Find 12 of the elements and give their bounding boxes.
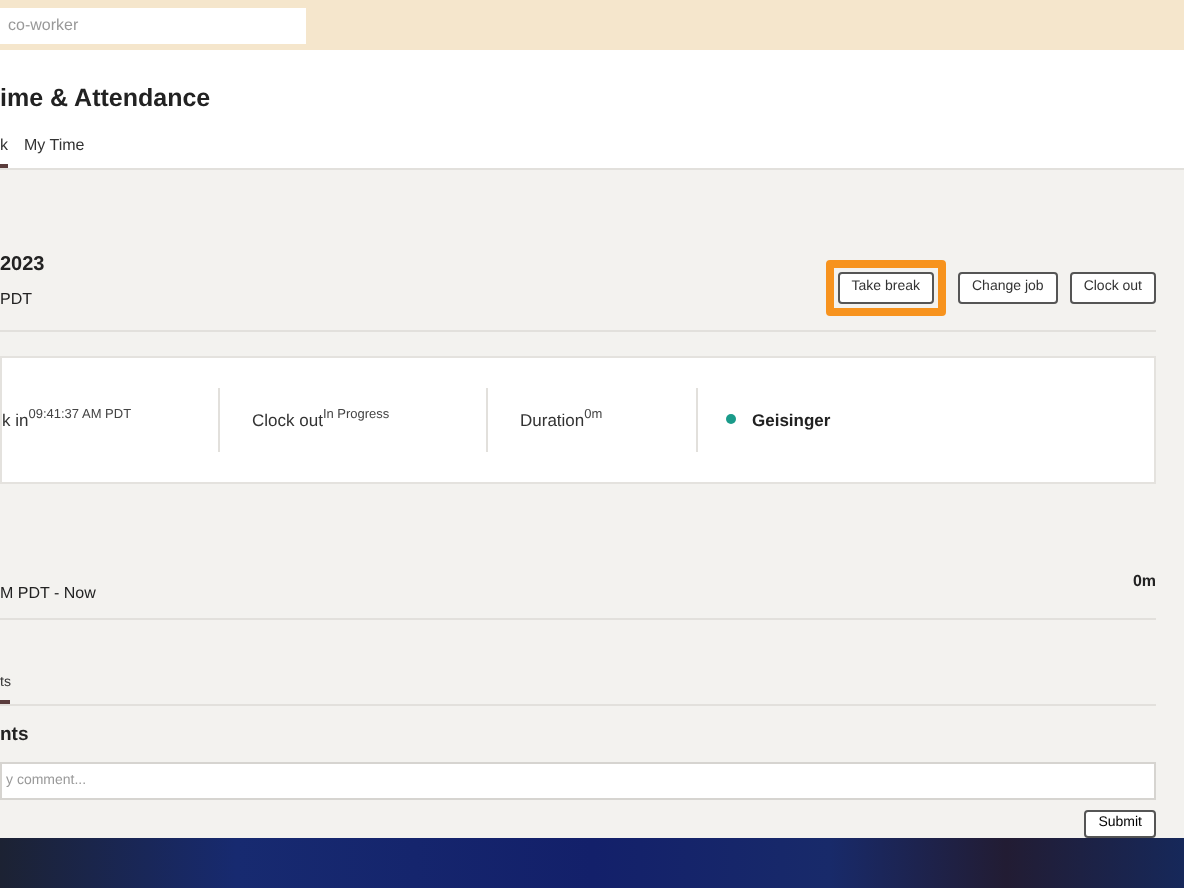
field-label: Duration bbox=[520, 409, 585, 430]
field-label: Clock out bbox=[252, 409, 323, 430]
search-field[interactable]: co-worker bbox=[0, 7, 306, 44]
time-range: M PDT - Now bbox=[0, 583, 96, 602]
shift-date: 2023 bbox=[0, 253, 45, 276]
job-name: Geisinger bbox=[752, 409, 831, 430]
entry-duration: 0m bbox=[1132, 571, 1156, 590]
comments-heading: nts bbox=[0, 723, 31, 746]
shift-time: PDT bbox=[0, 289, 34, 308]
field-label: k in bbox=[2, 409, 29, 430]
page-title: ime & Attendance bbox=[0, 83, 213, 112]
tab[interactable]: My Time bbox=[24, 135, 85, 168]
